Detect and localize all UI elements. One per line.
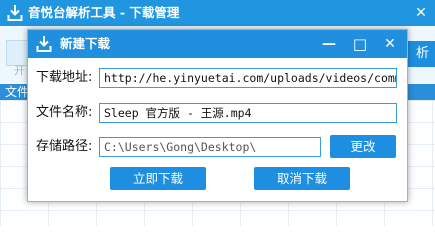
url-field[interactable]: http://he.yinyuetai.com/uploads/videos/c… [99, 68, 397, 88]
dialog-title: 新建下载 [60, 36, 111, 51]
url-label: 下载地址: [36, 70, 93, 85]
column-header-file[interactable]: 文件 [5, 84, 29, 100]
main-window-title: 音悦台解析工具 - 下载管理 [28, 5, 180, 20]
save-path-label: 存储路径: [36, 139, 93, 154]
download-icon [36, 36, 52, 52]
maximize-icon[interactable]: □ [350, 34, 370, 54]
cancel-download-button[interactable]: 取消下载 [254, 167, 350, 190]
minimize-icon[interactable]: — [319, 34, 339, 54]
filename-field[interactable]: Sleep 官方版 - 王源.mp4 [99, 103, 397, 123]
change-path-button[interactable]: 更改 [330, 135, 396, 158]
filename-label: 文件名称: [36, 105, 93, 120]
new-download-dialog: 新建下载 — □ ✕ 下载地址: http://he.yinyuetai.com… [27, 29, 408, 202]
toolbar-button-label: 开 [14, 64, 25, 77]
save-path-field[interactable]: C:\Users\Gong\Desktop\ [99, 137, 321, 157]
download-now-button[interactable]: 立即下载 [110, 167, 206, 190]
dialog-titlebar[interactable]: 新建下载 — □ ✕ [28, 30, 407, 58]
close-icon[interactable]: ✕ [380, 34, 400, 54]
close-icon[interactable]: ✕ [411, 3, 431, 23]
download-icon [7, 5, 23, 21]
